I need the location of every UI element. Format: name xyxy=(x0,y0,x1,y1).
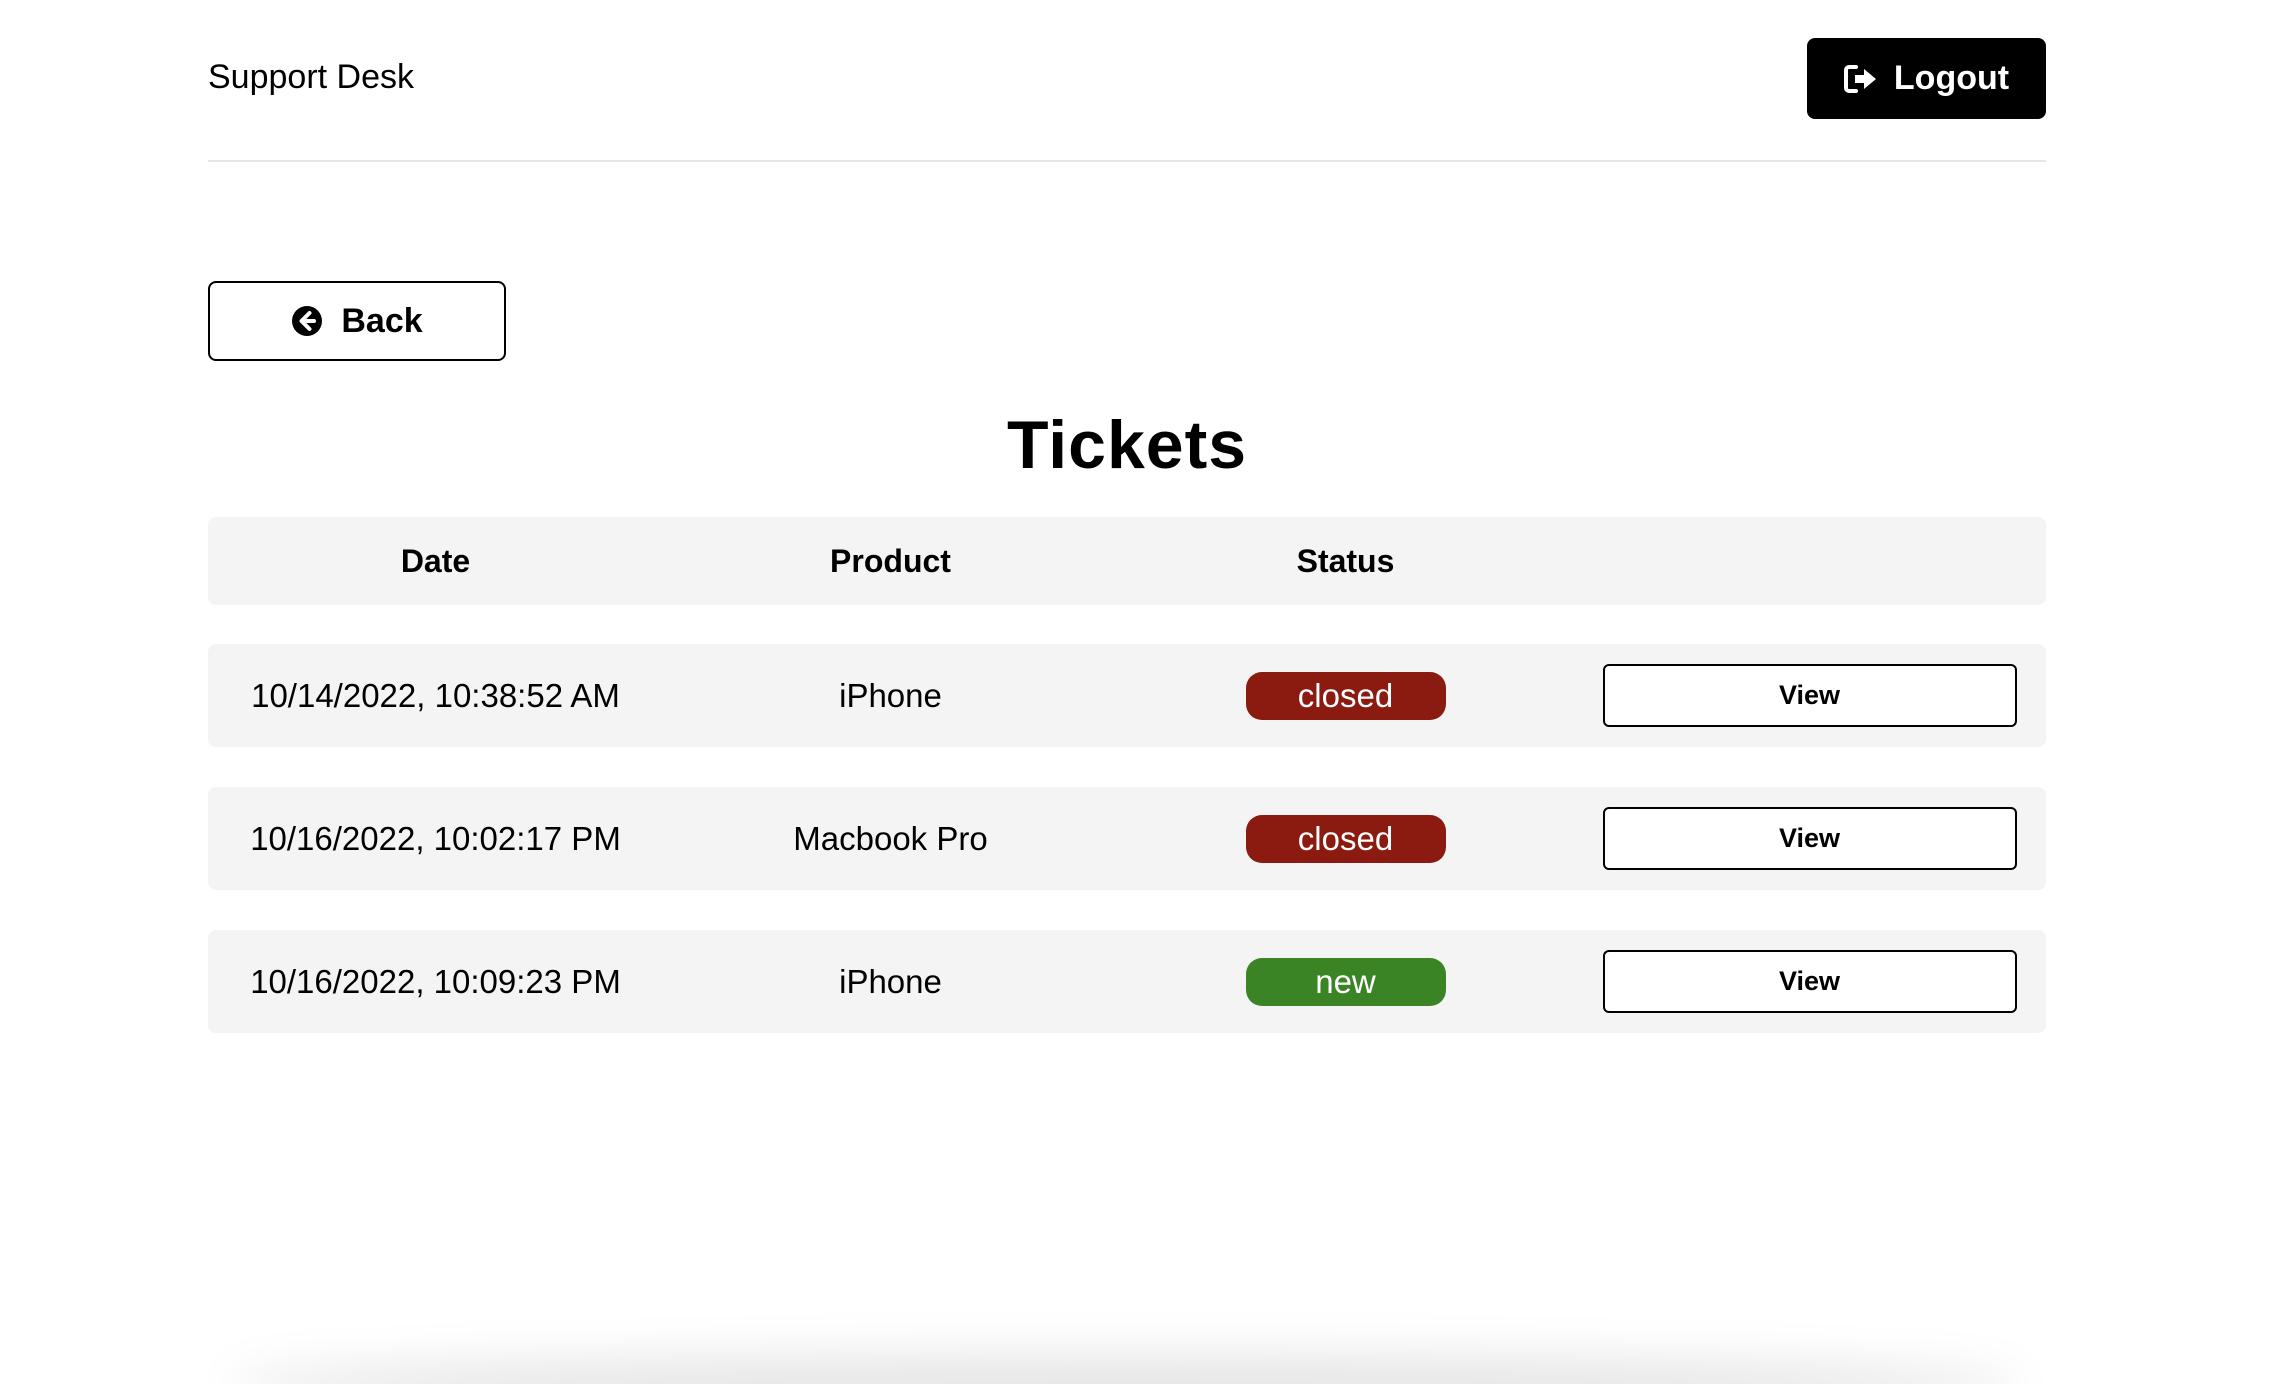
column-header-status: Status xyxy=(1296,542,1395,579)
ticket-row: 10/16/2022, 10:09:23 PM iPhone new View xyxy=(208,930,2046,1033)
bottom-shadow xyxy=(230,1355,2020,1384)
ticket-date: 10/16/2022, 10:02:17 PM xyxy=(250,819,621,857)
tickets-table-header: Date Product Status xyxy=(208,517,2046,605)
status-badge: closed xyxy=(1245,814,1446,863)
ticket-product: iPhone xyxy=(839,962,942,1000)
column-header-date: Date xyxy=(400,542,471,579)
view-ticket-button[interactable]: View xyxy=(1602,950,2017,1013)
ticket-row: 10/16/2022, 10:02:17 PM Macbook Pro clos… xyxy=(208,787,2046,890)
view-ticket-button[interactable]: View xyxy=(1602,664,2017,727)
view-ticket-button[interactable]: View xyxy=(1602,807,2017,870)
sign-out-icon xyxy=(1843,64,1878,94)
ticket-product: Macbook Pro xyxy=(793,819,988,857)
ticket-status-cell: new xyxy=(1118,957,1573,1006)
page-title: Tickets xyxy=(1006,407,1248,483)
logout-button[interactable]: Logout xyxy=(1807,38,2046,119)
ticket-action-cell: View xyxy=(1573,807,2046,870)
ticket-status-cell: closed xyxy=(1118,671,1573,720)
ticket-date: 10/14/2022, 10:38:52 AM xyxy=(251,676,620,714)
ticket-date: 10/16/2022, 10:09:23 PM xyxy=(250,962,621,1000)
ticket-action-cell: View xyxy=(1573,950,2046,1013)
back-button[interactable]: Back xyxy=(208,281,506,361)
arrow-circle-left-icon xyxy=(291,305,323,337)
back-label: Back xyxy=(341,301,423,340)
page: Support Desk Logout Back Tickets Date Pr… xyxy=(0,0,2273,1384)
ticket-product: iPhone xyxy=(839,676,942,714)
ticket-action-cell: View xyxy=(1573,664,2046,727)
status-badge: new xyxy=(1245,957,1446,1006)
status-badge: closed xyxy=(1245,671,1446,720)
ticket-status-cell: closed xyxy=(1118,814,1573,863)
brand-link[interactable]: Support Desk xyxy=(208,57,414,97)
column-header-product: Product xyxy=(830,542,951,579)
app-header: Support Desk Logout xyxy=(208,0,2046,162)
ticket-row: 10/14/2022, 10:38:52 AM iPhone closed Vi… xyxy=(208,644,2046,747)
logout-label: Logout xyxy=(1893,59,2010,97)
